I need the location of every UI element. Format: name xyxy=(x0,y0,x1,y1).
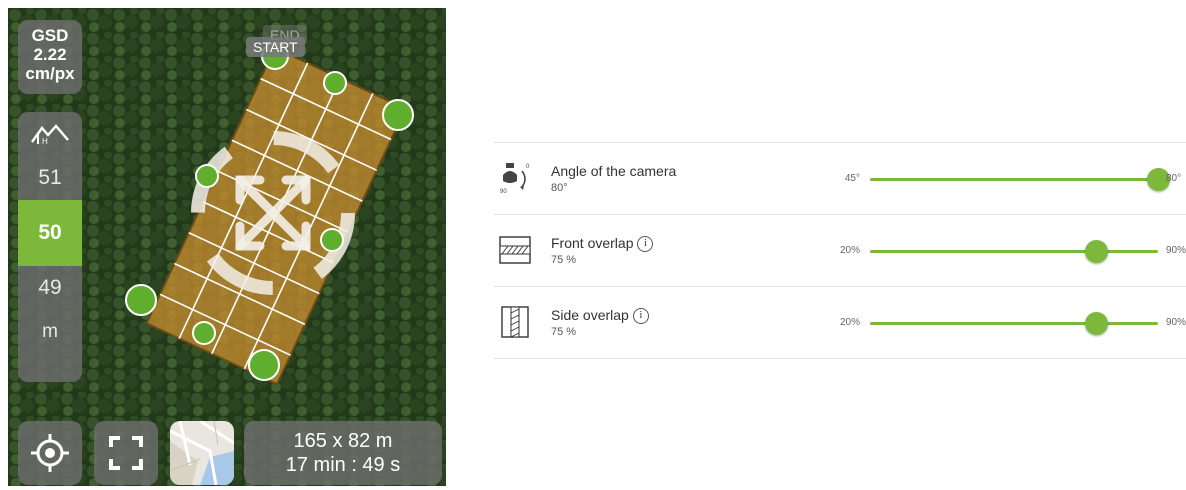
vertex-handle xyxy=(248,349,280,381)
altitude-option[interactable]: 49 xyxy=(18,266,82,310)
terrain-height-icon: H xyxy=(18,112,82,156)
midpoint-handle xyxy=(195,164,219,188)
svg-text:0: 0 xyxy=(526,164,530,170)
front-overlap-row: Front overlap i 75 % 20% 90% xyxy=(494,214,1186,286)
vertex-handle xyxy=(382,99,414,131)
area-dimensions: 165 x 82 m xyxy=(293,430,393,452)
camera-angle-row: 0 90 Angle of the camera 80° 45° 80° xyxy=(494,142,1186,214)
slider-min-label: 20% xyxy=(839,245,860,256)
front-overlap-icon xyxy=(499,236,531,264)
camera-settings-panel: 0 90 Angle of the camera 80° 45° 80° Fro… xyxy=(494,142,1186,359)
locate-button[interactable] xyxy=(18,421,82,485)
front-overlap-slider[interactable] xyxy=(870,240,1158,263)
camera-angle-icon: 0 90 xyxy=(500,163,530,195)
setting-value: 80° xyxy=(551,182,568,194)
slider-thumb[interactable] xyxy=(1085,312,1109,335)
slider-thumb[interactable] xyxy=(1085,240,1109,263)
camera-angle-slider[interactable] xyxy=(870,168,1170,191)
setting-value: 75 % xyxy=(551,254,577,266)
setting-title: Angle of the camera xyxy=(551,163,677,179)
svg-text:90: 90 xyxy=(500,189,507,195)
altitude-option[interactable]: 51 xyxy=(18,156,82,200)
slider-max-label: 90% xyxy=(1166,245,1186,256)
map-type-thumbnail[interactable] xyxy=(170,421,234,485)
setting-value: 75 % xyxy=(551,326,577,338)
setting-title: Front overlap i xyxy=(551,235,654,252)
flight-duration: 17 min : 49 s xyxy=(285,454,401,476)
altitude-picker[interactable]: H 51 50 49 m xyxy=(18,112,82,382)
svg-text:H: H xyxy=(42,137,48,146)
locate-icon xyxy=(31,434,69,472)
gsd-value: 2.22 xyxy=(33,45,67,64)
info-icon[interactable]: i xyxy=(632,308,649,324)
gsd-unit: cm/px xyxy=(25,64,75,83)
altitude-selected[interactable]: 50 xyxy=(18,200,82,266)
side-overlap-slider[interactable] xyxy=(870,312,1158,335)
vertex-handle xyxy=(125,284,157,316)
midpoint-handle xyxy=(192,321,216,345)
start-tag: START xyxy=(246,37,305,57)
slider-max-label: 80° xyxy=(1166,173,1182,184)
expand-icon xyxy=(109,436,143,470)
map-view[interactable]: END START GSD 2.22 cm/px H 51 50 49 m 16… xyxy=(8,8,446,486)
midpoint-handle xyxy=(323,71,347,95)
slider-min-label: 45° xyxy=(844,173,860,184)
altitude-unit: m xyxy=(42,321,58,342)
flight-stats: 165 x 82 m 17 min : 49 s xyxy=(244,421,442,485)
gsd-label: GSD xyxy=(31,26,69,45)
midpoint-handle xyxy=(320,228,344,252)
slider-min-label: 20% xyxy=(839,317,860,328)
gsd-indicator: GSD 2.22 cm/px xyxy=(18,20,82,94)
slider-max-label: 90% xyxy=(1166,317,1186,328)
side-overlap-icon xyxy=(501,306,529,338)
side-overlap-row: Side overlap i 75 % 20% 90% xyxy=(494,286,1186,359)
expand-button[interactable] xyxy=(94,421,158,485)
info-icon[interactable]: i xyxy=(637,236,654,252)
setting-title: Side overlap i xyxy=(551,307,649,324)
